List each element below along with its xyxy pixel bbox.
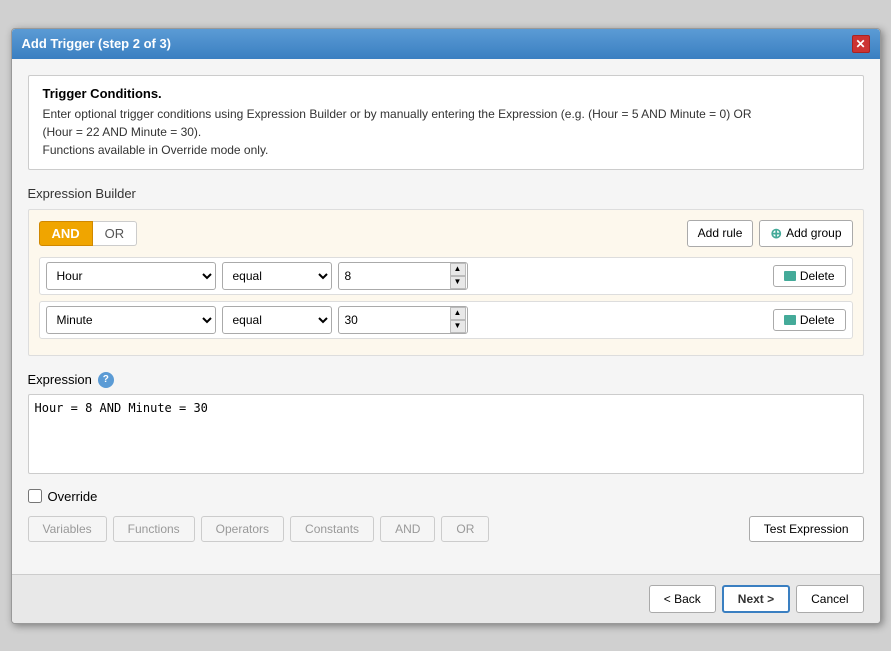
trigger-conditions-box: Trigger Conditions. Enter optional trigg… xyxy=(28,75,864,170)
delete-rule-minute-button[interactable]: Delete xyxy=(773,309,846,331)
value-input-wrapper-minute: ▲ ▼ xyxy=(338,306,468,334)
dialog-footer: < Back Next > Cancel xyxy=(12,574,880,623)
expression-label-text: Expression xyxy=(28,372,92,387)
add-trigger-dialog: Add Trigger (step 2 of 3) ✕ Trigger Cond… xyxy=(11,28,881,624)
expression-label-row: Expression ? xyxy=(28,372,864,388)
minute-increment-button[interactable]: ▲ xyxy=(450,307,466,320)
or-insert-button[interactable]: OR xyxy=(441,516,489,542)
dialog-content: Trigger Conditions. Enter optional trigg… xyxy=(12,59,880,574)
variables-button[interactable]: Variables xyxy=(28,516,107,542)
dialog-close-button[interactable]: ✕ xyxy=(852,35,870,53)
operator-select-minute[interactable]: equal not equal greater than less than xyxy=(222,306,332,334)
plus-icon: ⊕ xyxy=(770,225,782,242)
minute-decrement-button[interactable]: ▼ xyxy=(450,320,466,333)
delete-icon xyxy=(784,271,796,281)
add-group-button[interactable]: ⊕ Add group xyxy=(759,220,852,247)
override-label: Override xyxy=(48,489,98,504)
delete-icon xyxy=(784,315,796,325)
value-input-wrapper-hour: ▲ ▼ xyxy=(338,262,468,290)
minute-spinners: ▲ ▼ xyxy=(450,306,466,334)
field-select-hour[interactable]: Hour Minute Second DayOfWeek DayOfMonth … xyxy=(46,262,216,290)
builder-header: AND OR Add rule ⊕ Add group xyxy=(39,220,853,247)
and-insert-button[interactable]: AND xyxy=(380,516,435,542)
hour-decrement-button[interactable]: ▼ xyxy=(450,276,466,289)
trigger-conditions-heading: Trigger Conditions. xyxy=(43,86,849,101)
expression-section: Expression ? xyxy=(28,372,864,477)
cancel-button[interactable]: Cancel xyxy=(796,585,863,613)
help-icon[interactable]: ? xyxy=(98,372,114,388)
constants-button[interactable]: Constants xyxy=(290,516,374,542)
trigger-conditions-description: Enter optional trigger conditions using … xyxy=(43,105,849,159)
rule-row: Hour Minute Second DayOfWeek DayOfMonth … xyxy=(39,257,853,295)
add-rule-button[interactable]: Add rule xyxy=(687,220,754,247)
builder-actions: Add rule ⊕ Add group xyxy=(687,220,853,247)
expression-builder: AND OR Add rule ⊕ Add group Hour xyxy=(28,209,864,356)
toolbar-buttons-row: Variables Functions Operators Constants … xyxy=(28,516,864,542)
next-button[interactable]: Next > xyxy=(722,585,790,613)
hour-increment-button[interactable]: ▲ xyxy=(450,263,466,276)
delete-rule-hour-button[interactable]: Delete xyxy=(773,265,846,287)
test-expression-button[interactable]: Test Expression xyxy=(749,516,864,542)
expression-builder-label: Expression Builder xyxy=(28,186,864,201)
back-button[interactable]: < Back xyxy=(649,585,716,613)
field-select-minute[interactable]: Hour Minute Second DayOfWeek DayOfMonth … xyxy=(46,306,216,334)
override-checkbox[interactable] xyxy=(28,489,42,503)
or-toggle-button[interactable]: OR xyxy=(93,221,138,246)
operators-button[interactable]: Operators xyxy=(201,516,284,542)
override-row: Override xyxy=(28,489,864,504)
value-input-hour[interactable] xyxy=(338,262,468,290)
expression-textarea[interactable] xyxy=(28,394,864,474)
dialog-title: Add Trigger (step 2 of 3) xyxy=(22,36,172,51)
rule-row: Hour Minute Second DayOfWeek DayOfMonth … xyxy=(39,301,853,339)
and-or-toggle: AND OR xyxy=(39,221,138,246)
functions-button[interactable]: Functions xyxy=(113,516,195,542)
hour-spinners: ▲ ▼ xyxy=(450,262,466,290)
dialog-titlebar: Add Trigger (step 2 of 3) ✕ xyxy=(12,29,880,59)
value-input-minute[interactable] xyxy=(338,306,468,334)
and-toggle-button[interactable]: AND xyxy=(39,221,93,246)
operator-select-hour[interactable]: equal not equal greater than less than xyxy=(222,262,332,290)
